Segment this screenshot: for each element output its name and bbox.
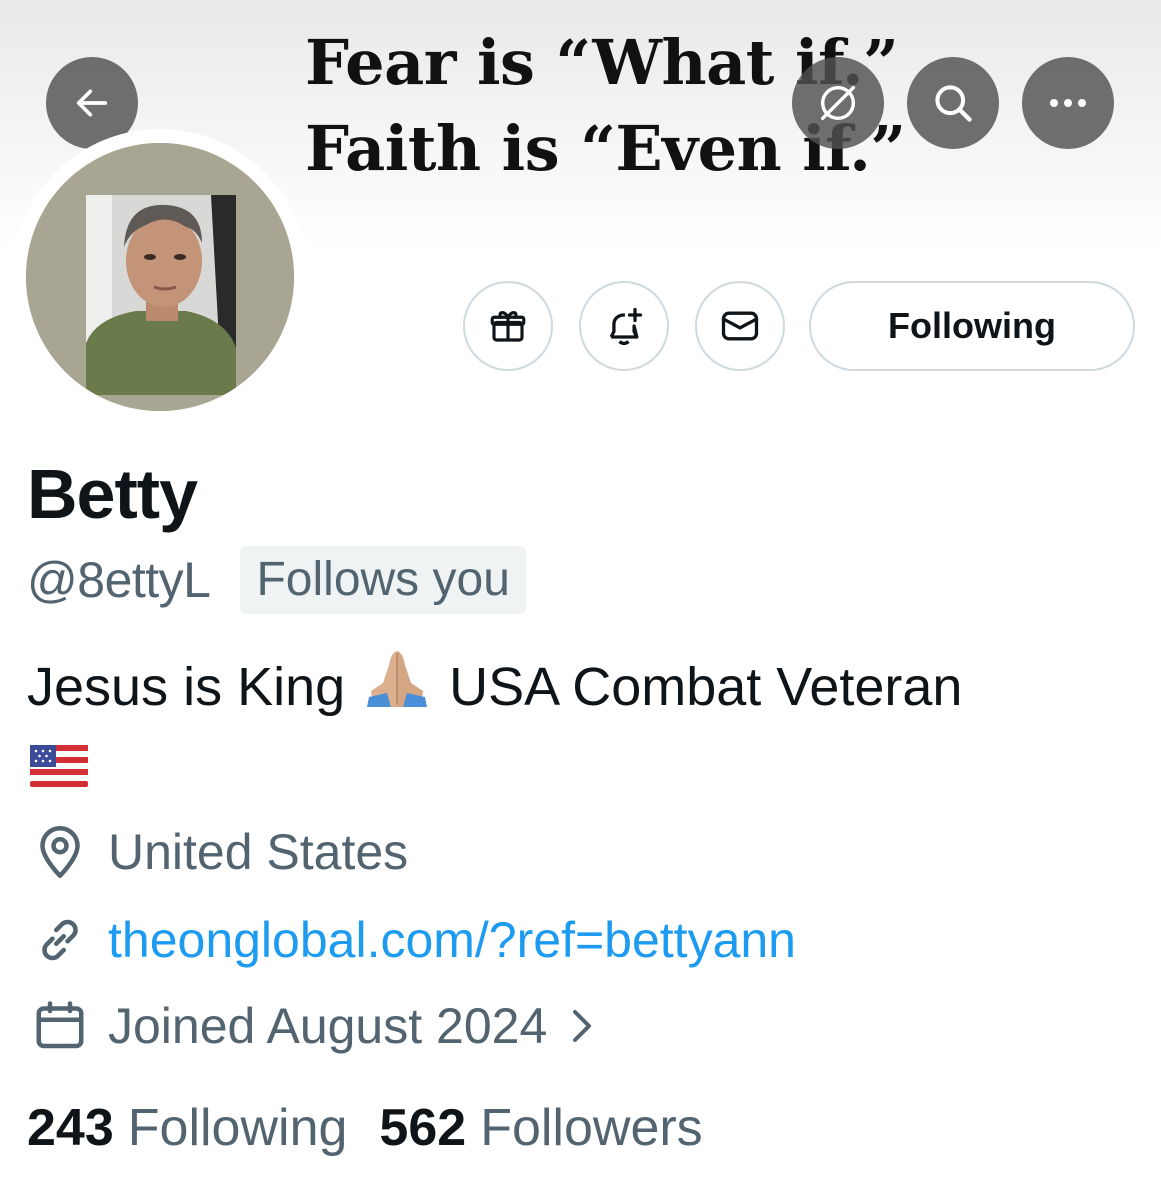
location-text: United States <box>108 824 409 880</box>
calendar-icon <box>36 1001 84 1049</box>
search-button[interactable] <box>907 57 999 149</box>
chevron-right-icon <box>573 1010 592 1042</box>
followers-stat[interactable]: 562 Followers <box>379 1098 702 1158</box>
bell-plus-icon <box>609 307 643 346</box>
message-button[interactable] <box>695 281 785 371</box>
gift-button[interactable] <box>463 281 553 371</box>
arrow-left-icon <box>76 89 108 117</box>
bio-text-1: Jesus is King <box>27 657 346 717</box>
location-pin-icon <box>40 826 80 878</box>
us-flag-emoji-icon <box>30 745 88 792</box>
display-name: Betty <box>27 455 198 533</box>
avatar[interactable] <box>26 143 294 411</box>
location-row: United States <box>30 822 408 882</box>
folded-hands-emoji-icon <box>363 649 431 726</box>
user-handle: @8ettyL <box>27 552 211 608</box>
envelope-icon <box>721 311 759 341</box>
notify-button[interactable] <box>579 281 669 371</box>
bio: Jesus is King USA Combat Veteran <box>27 650 1137 722</box>
following-stat[interactable]: 243 Following <box>27 1098 347 1158</box>
follows-you-badge: Follows you <box>240 546 526 614</box>
more-button[interactable] <box>1022 57 1114 149</box>
followers-stat-label: Followers <box>480 1099 703 1157</box>
follow-stats: 243 Following 562 Followers <box>27 1098 703 1158</box>
joined-text: Joined August 2024 <box>108 998 548 1054</box>
bio-text-2: USA Combat Veteran <box>449 657 963 717</box>
followers-count: 562 <box>379 1099 467 1157</box>
following-stat-label: Following <box>127 1099 348 1157</box>
following-count: 243 <box>27 1099 114 1157</box>
following-button[interactable]: Following <box>809 281 1135 371</box>
website-link[interactable]: theonglobal.com/?ref=bettyann <box>108 911 796 969</box>
avatar-photo <box>26 143 294 411</box>
search-icon <box>935 85 972 122</box>
translate-icon <box>820 85 856 121</box>
translate-button[interactable] <box>792 57 884 149</box>
more-dots-icon <box>1050 99 1086 107</box>
website-row: theonglobal.com/?ref=bettyann <box>30 910 796 970</box>
gift-icon <box>490 311 526 342</box>
handle-row: @8ettyL Follows you <box>27 545 526 615</box>
link-icon <box>42 919 78 961</box>
joined-row[interactable]: Joined August 2024 <box>30 996 615 1056</box>
